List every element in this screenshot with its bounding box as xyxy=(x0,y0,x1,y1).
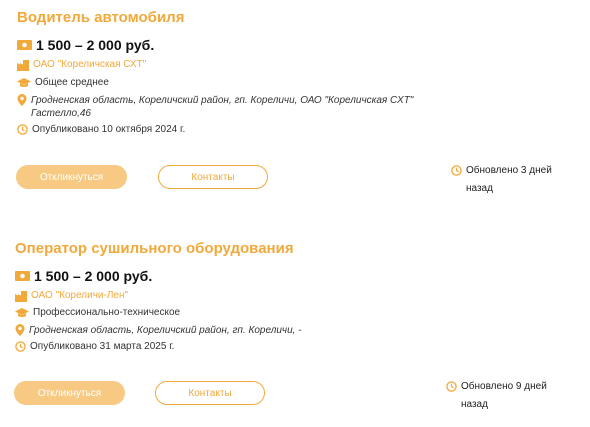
company-row: ОАО "Кореличская СХТ" xyxy=(17,59,146,71)
building-icon xyxy=(17,60,29,71)
education-row: Общее среднее xyxy=(17,77,109,88)
salary-row: 1 500 – 2 000 руб. xyxy=(17,37,154,53)
address: Гродненская область, Кореличский район, … xyxy=(29,324,302,337)
contacts-button[interactable]: Контакты xyxy=(158,165,268,189)
salary: 1 500 – 2 000 руб. xyxy=(36,37,155,53)
clock-icon xyxy=(15,341,26,352)
updated-info: Обновлено 9 дней назад xyxy=(446,378,553,414)
money-icon xyxy=(15,271,30,281)
graduation-cap-icon xyxy=(15,308,29,318)
address-line: Гастелло,46 xyxy=(31,108,91,119)
published-date: Опубликовано 10 октября 2024 г. xyxy=(32,124,186,135)
published-row: Опубликовано 10 октября 2024 г. xyxy=(17,124,185,135)
education: Профессионально-техническое xyxy=(33,307,181,318)
vacancy-title[interactable]: Водитель автомобиля xyxy=(17,9,184,26)
money-icon xyxy=(17,40,32,50)
address: Гродненская область, Кореличский район, … xyxy=(31,94,413,120)
company-link[interactable]: ОАО "Кореличская СХТ" xyxy=(33,59,146,70)
address-line: Гродненская область, Кореличский район, … xyxy=(29,325,302,336)
graduation-cap-icon xyxy=(17,78,31,88)
education: Общее среднее xyxy=(35,77,109,88)
updated-text: Обновлено 3 дней назад xyxy=(466,165,552,194)
apply-button[interactable]: Откликнуться xyxy=(16,165,127,189)
address-row: Гродненская область, Кореличский район, … xyxy=(15,324,302,337)
updated-info: Обновлено 3 дней назад xyxy=(451,162,558,198)
contacts-button[interactable]: Контакты xyxy=(155,381,265,405)
company-row: ОАО "Кореличи-Лен" xyxy=(15,290,128,302)
clock-icon xyxy=(17,124,28,135)
clock-icon xyxy=(446,381,457,392)
vacancy-title[interactable]: Оператор сушильного оборудования xyxy=(15,240,294,257)
published-row: Опубликовано 31 марта 2025 г. xyxy=(15,341,174,352)
company-link[interactable]: ОАО "Кореличи-Лен" xyxy=(31,290,128,301)
clock-icon xyxy=(451,165,462,176)
published-date: Опубликовано 31 марта 2025 г. xyxy=(30,341,175,352)
address-row: Гродненская область, Кореличский район, … xyxy=(17,94,413,120)
education-row: Профессионально-техническое xyxy=(15,307,180,318)
location-pin-icon xyxy=(15,324,25,336)
updated-text: Обновлено 9 дней назад xyxy=(461,381,547,410)
apply-button[interactable]: Откликнуться xyxy=(14,381,125,405)
address-line: Гродненская область, Кореличский район, … xyxy=(31,95,414,106)
salary: 1 500 – 2 000 руб. xyxy=(34,268,153,284)
salary-row: 1 500 – 2 000 руб. xyxy=(15,268,152,284)
location-pin-icon xyxy=(17,94,27,106)
building-icon xyxy=(15,291,27,302)
